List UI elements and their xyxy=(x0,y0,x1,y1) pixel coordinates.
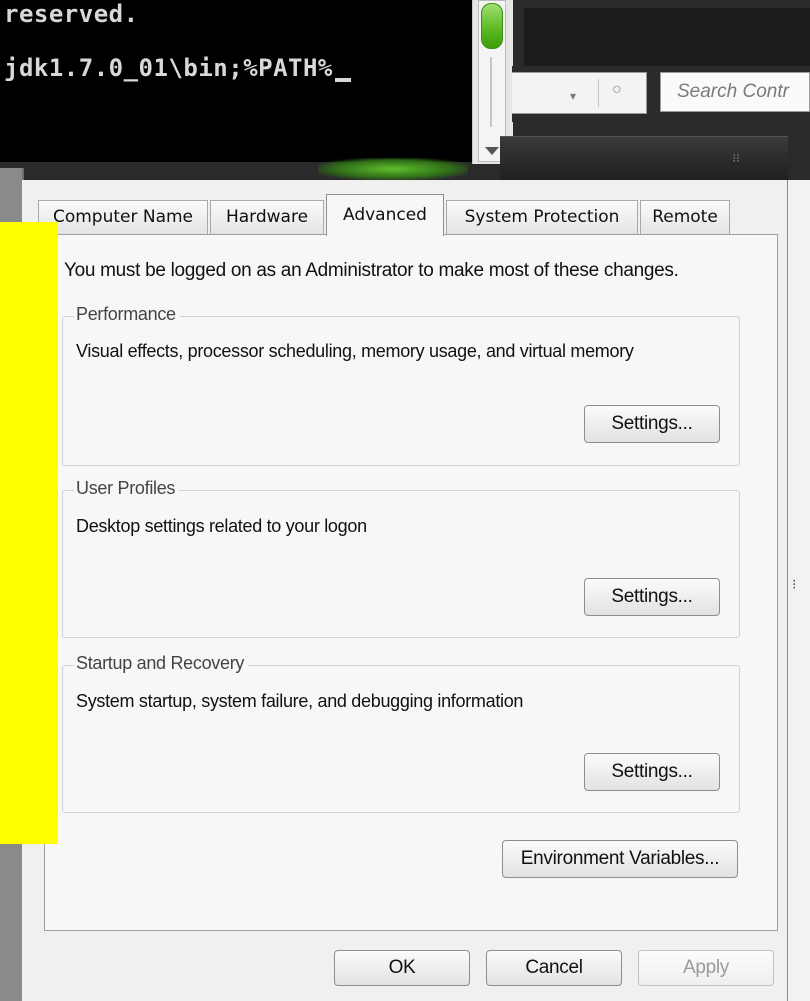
console-line-1: reserved. xyxy=(4,0,139,28)
performance-group xyxy=(62,316,740,466)
background-glow xyxy=(318,158,468,180)
scrollbar-rail xyxy=(490,57,492,127)
command-prompt-window: reserved. jdk1.7.0_01\bin;%PATH% xyxy=(0,0,472,162)
tab-advanced[interactable]: Advanced xyxy=(326,194,444,236)
tab-remote[interactable]: Remote xyxy=(640,200,730,234)
startup-recovery-description: System startup, system failure, and debu… xyxy=(76,691,524,711)
titlebar-grip-icon: ⁝⁝ xyxy=(732,151,740,165)
background-window: ⁝ xyxy=(788,180,810,1001)
address-separator xyxy=(598,79,599,107)
startup-recovery-group-title: Startup and Recovery xyxy=(74,653,249,674)
apply-button: Apply xyxy=(638,950,774,986)
refresh-icon[interactable]: ○ xyxy=(612,81,622,99)
ok-button[interactable]: OK xyxy=(334,950,470,986)
performance-settings-button[interactable]: Settings... xyxy=(584,405,720,443)
console-line-2[interactable]: jdk1.7.0_01\bin;%PATH% xyxy=(4,54,351,82)
scroll-down-arrow-icon[interactable] xyxy=(485,147,499,155)
performance-description: Visual effects, processor scheduling, me… xyxy=(76,341,634,361)
text-cursor xyxy=(334,78,351,82)
console-line-2-text: jdk1.7.0_01\bin;%PATH% xyxy=(4,54,333,82)
search-input[interactable]: Search Contr xyxy=(660,72,810,112)
cancel-button[interactable]: Cancel xyxy=(486,950,622,986)
address-bar[interactable]: ▾ ○ xyxy=(512,72,647,114)
user-profiles-description: Desktop settings related to your logon xyxy=(76,516,367,536)
explorer-title-area xyxy=(524,8,810,68)
redaction-block xyxy=(0,222,58,844)
admin-notice: You must be logged on as an Administrato… xyxy=(64,260,679,281)
user-profiles-group-title: User Profiles xyxy=(74,478,180,499)
startup-recovery-settings-button[interactable]: Settings... xyxy=(584,753,720,791)
user-profiles-settings-button[interactable]: Settings... xyxy=(584,578,720,616)
tab-computer-name[interactable]: Computer Name xyxy=(38,200,208,234)
scrollbar-thumb[interactable] xyxy=(481,3,503,49)
address-dropdown-icon[interactable]: ▾ xyxy=(570,89,576,103)
tab-hardware[interactable]: Hardware xyxy=(210,200,324,234)
environment-variables-button[interactable]: Environment Variables... xyxy=(502,840,738,878)
tab-system-protection[interactable]: System Protection xyxy=(446,200,638,234)
dialog-titlebar[interactable]: ⁝⁝ xyxy=(500,136,788,181)
background-glyph: ⁝ xyxy=(792,576,797,592)
performance-group-title: Performance xyxy=(74,304,180,325)
